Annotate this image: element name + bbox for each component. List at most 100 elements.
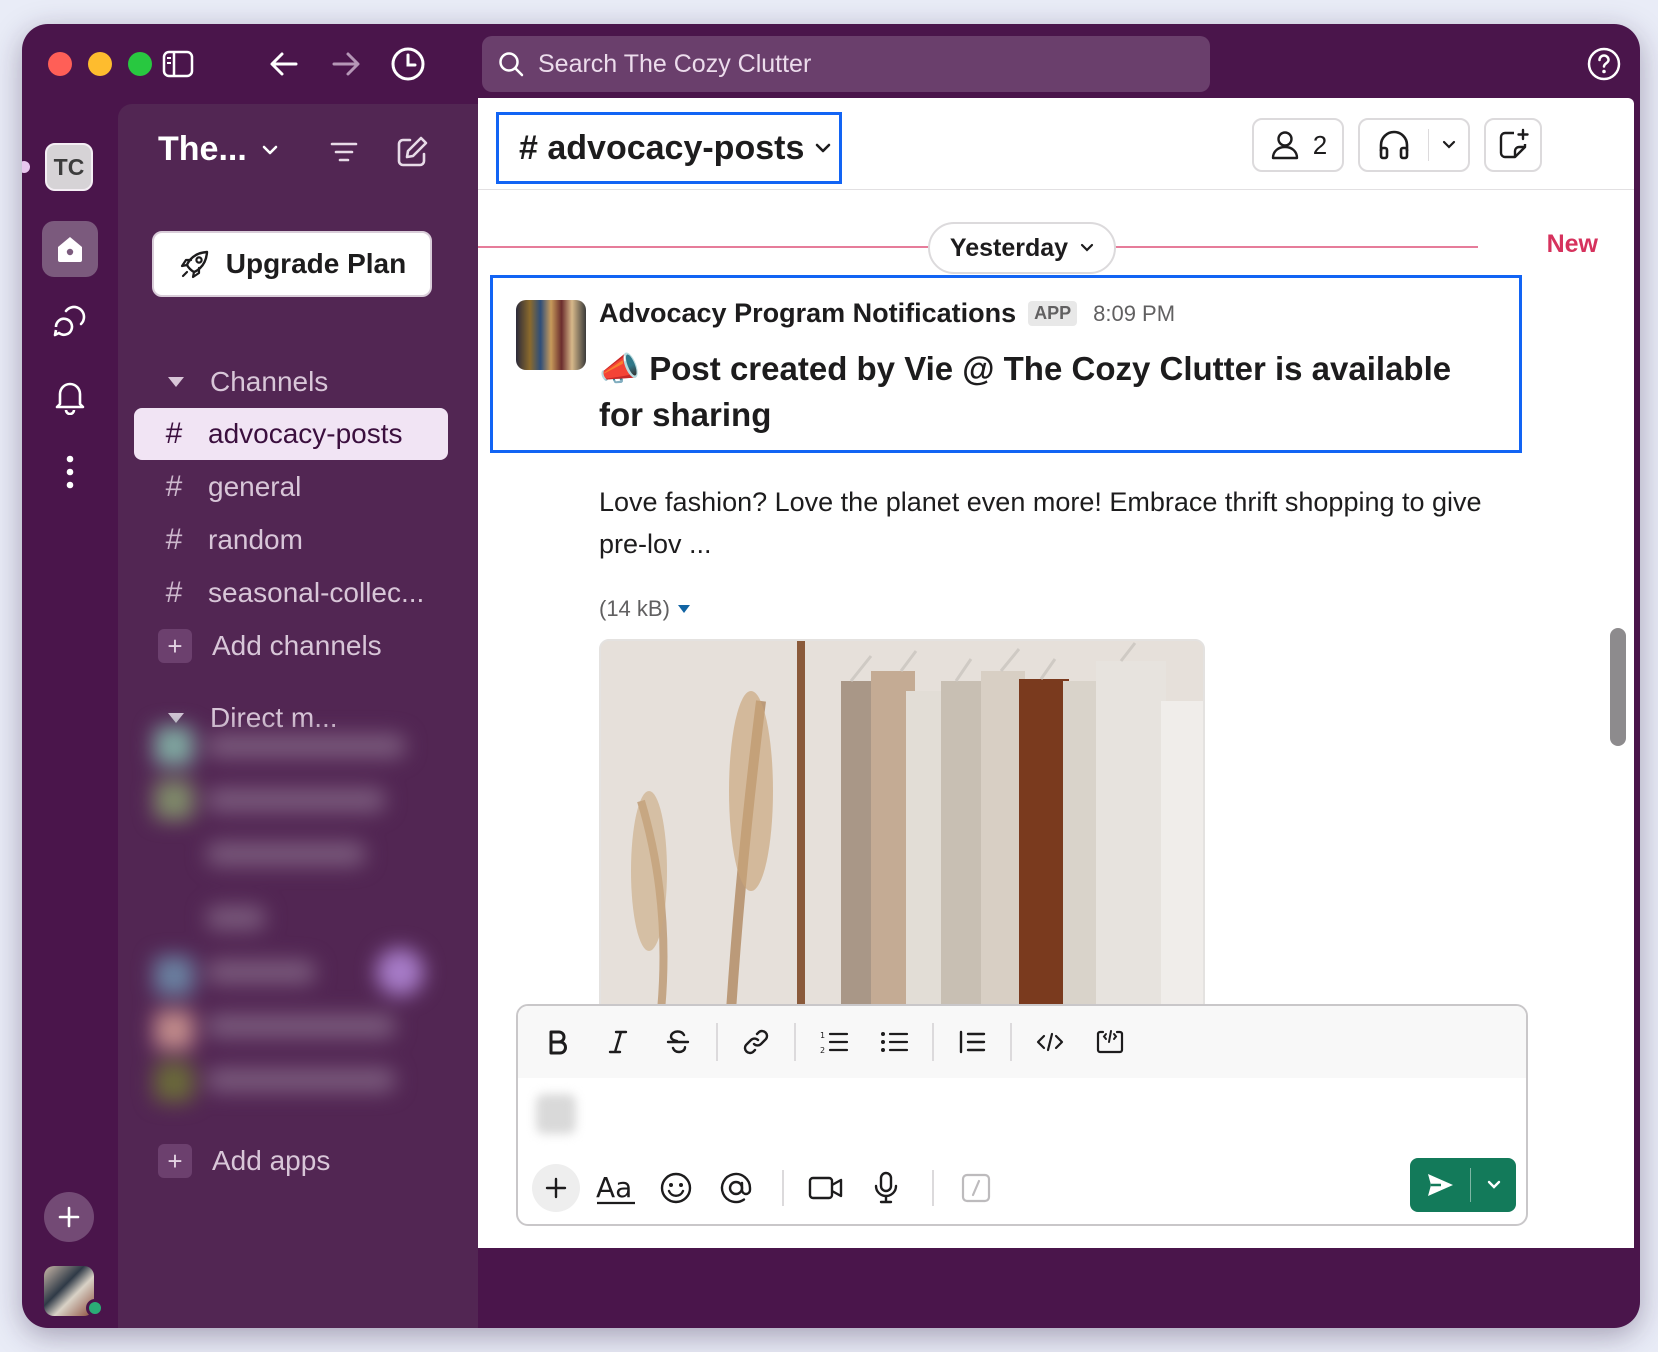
code-block-icon[interactable] [1088, 1020, 1132, 1064]
channel-title: # advocacy-posts [519, 128, 805, 167]
zoom-window-button[interactable] [128, 52, 152, 76]
hash-icon: # [165, 470, 183, 503]
date-jump-button[interactable]: Yesterday [928, 222, 1116, 274]
add-apps-label: Add apps [212, 1145, 331, 1176]
strikethrough-icon[interactable] [656, 1020, 700, 1064]
video-icon[interactable] [802, 1164, 850, 1212]
history-clock-icon[interactable] [388, 44, 428, 84]
more-vertical-icon [66, 455, 74, 489]
workspace-switcher[interactable]: TC [45, 143, 93, 191]
add-channels-button[interactable]: + Add channels [134, 620, 448, 672]
attachment-toggle[interactable]: (14 kB) [599, 596, 690, 622]
composer-separator [932, 1170, 934, 1206]
chevron-down-icon[interactable] [1429, 140, 1468, 150]
send-button[interactable] [1410, 1158, 1516, 1212]
members-button[interactable]: 2 [1252, 118, 1344, 172]
sidebar-toggle-icon[interactable] [158, 44, 198, 84]
workspace-initials: TC [53, 153, 85, 180]
compose-button[interactable] [392, 132, 432, 172]
chevron-down-icon [1080, 243, 1094, 252]
home-button[interactable] [42, 221, 98, 277]
bold-icon[interactable] [536, 1020, 580, 1064]
hash-icon: # [165, 576, 183, 609]
activity-button[interactable] [46, 373, 94, 421]
sidebar-item-advocacy-posts[interactable]: # advocacy-posts [134, 408, 448, 460]
search-placeholder: Search The Cozy Clutter [538, 49, 812, 78]
upgrade-plan-button[interactable]: Upgrade Plan [152, 231, 432, 297]
more-button[interactable] [46, 448, 94, 496]
mention-icon[interactable] [712, 1164, 760, 1212]
slash-command-icon[interactable] [952, 1164, 1000, 1212]
ordered-list-icon[interactable]: 12 [812, 1020, 856, 1064]
channel-name: advocacy-posts [208, 418, 403, 449]
bell-icon [55, 382, 85, 415]
toolbar-separator [1010, 1023, 1012, 1061]
file-size: (14 kB) [599, 596, 670, 621]
workspace-name-menu[interactable]: The... [158, 130, 279, 169]
plus-icon[interactable] [532, 1164, 580, 1212]
hash-icon: # [165, 523, 183, 556]
blockquote-icon[interactable] [950, 1020, 994, 1064]
sidebar-item-general[interactable]: # general [134, 461, 448, 513]
channel-title-button[interactable]: # advocacy-posts [496, 112, 842, 184]
forward-arrow-icon[interactable] [326, 44, 366, 84]
message-input[interactable] [536, 1094, 576, 1134]
message-composer: 12 Aa [516, 1004, 1528, 1226]
headphones-icon [1360, 129, 1428, 161]
toolbar-separator [716, 1023, 718, 1061]
member-count: 2 [1312, 129, 1328, 160]
bullet-list-icon[interactable] [872, 1020, 916, 1064]
chevron-down-icon [816, 143, 831, 153]
composer-separator [782, 1170, 784, 1206]
canvas-button[interactable] [1484, 118, 1542, 172]
back-arrow-icon[interactable] [264, 44, 304, 84]
emoji-icon[interactable] [652, 1164, 700, 1212]
caret-down-icon [168, 377, 184, 387]
message-author[interactable]: Advocacy Program Notifications [599, 298, 1016, 329]
message-headline: 📣 Post created by Vie @ The Cozy Clutter… [599, 346, 1499, 438]
new-label: New [1538, 230, 1598, 259]
compose-icon [397, 136, 428, 167]
scrollbar[interactable] [1610, 628, 1626, 746]
minimize-window-button[interactable] [88, 52, 112, 76]
send-icon[interactable] [1410, 1158, 1470, 1212]
plus-icon: + [158, 1144, 192, 1178]
message-timestamp[interactable]: 8:09 PM [1093, 301, 1175, 327]
toolbar-separator [794, 1023, 796, 1061]
channel-header: # advocacy-posts 2 [478, 98, 1634, 190]
formatting-icon[interactable]: Aa [592, 1164, 640, 1212]
help-icon[interactable] [1584, 44, 1624, 84]
attached-image[interactable] [599, 639, 1205, 1009]
search-input[interactable]: Search The Cozy Clutter [482, 36, 1210, 92]
add-apps-button[interactable]: + Add apps [134, 1135, 448, 1187]
plus-icon [58, 1206, 80, 1228]
channels-section-toggle[interactable]: Channels [168, 366, 328, 398]
filter-button[interactable] [324, 132, 364, 172]
workspace-name: The... [158, 130, 247, 168]
italic-icon[interactable] [596, 1020, 640, 1064]
formatting-toolbar: 12 [518, 1006, 1526, 1078]
channel-name: seasonal-collec... [208, 577, 425, 608]
app-avatar[interactable] [516, 300, 586, 370]
code-icon[interactable] [1028, 1020, 1072, 1064]
blurred-direct-messages [144, 716, 444, 1116]
date-label: Yesterday [949, 233, 1069, 262]
link-icon[interactable] [734, 1020, 778, 1064]
add-workspace-button[interactable] [44, 1192, 94, 1242]
huddle-button[interactable] [1358, 118, 1470, 172]
title-bar: Search The Cozy Clutter [22, 24, 1640, 104]
schedule-send-chevron-icon[interactable] [1471, 1180, 1516, 1190]
sidebar-item-seasonal-collection[interactable]: # seasonal-collec... [134, 567, 448, 619]
workspace-rail: TC [22, 104, 118, 1328]
channel-sidebar: The... Upgrade Plan Channels # advocacy-… [118, 104, 478, 1328]
search-icon [499, 52, 524, 77]
toolbar-separator [932, 1023, 934, 1061]
plus-icon: + [158, 629, 192, 663]
caret-down-icon [677, 605, 690, 613]
channel-name: random [208, 524, 303, 555]
sidebar-item-random[interactable]: # random [134, 514, 448, 566]
microphone-icon[interactable] [862, 1164, 910, 1212]
close-window-button[interactable] [48, 52, 72, 76]
dms-button[interactable] [46, 297, 94, 345]
headline-text: Post created by Vie @ The Cozy Clutter i… [599, 350, 1452, 433]
